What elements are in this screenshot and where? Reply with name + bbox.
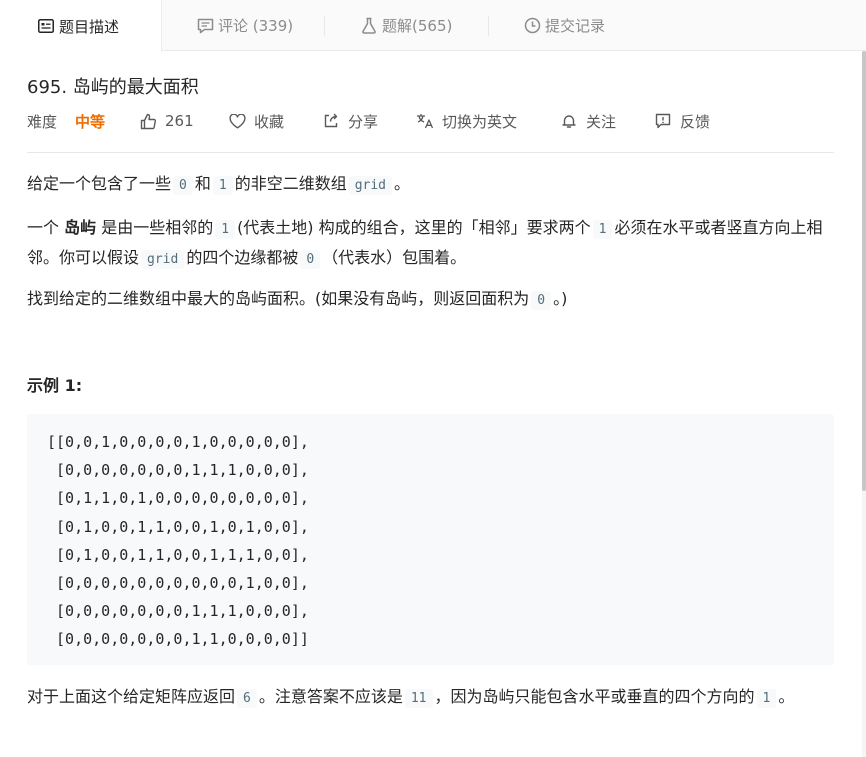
code-line: [0,0,0,0,0,0,0,1,1,1,0,0,0], (47, 461, 309, 480)
clock-icon (523, 17, 541, 35)
tab-submissions[interactable]: 提交记录 (523, 0, 605, 51)
follow-button[interactable]: 关注 (560, 108, 616, 134)
text: 一个 (27, 218, 60, 237)
feedback-button[interactable]: 反馈 (654, 108, 710, 134)
translate-icon (416, 112, 434, 130)
difficulty-badge: 中等 (75, 112, 106, 131)
translate-label: 切换为英文 (442, 112, 518, 131)
inline-code: grid (141, 250, 185, 269)
favorite-label: 收藏 (254, 112, 285, 131)
favorite-button[interactable]: 收藏 (228, 108, 284, 134)
inline-code: 0 (173, 176, 193, 195)
tab-description[interactable]: 题目描述 (0, 0, 162, 52)
code-line: [0,1,1,0,1,0,0,0,0,0,0,0,0], (47, 489, 309, 508)
problem-title: 695. 岛屿的最大面积 (27, 77, 199, 98)
text: 找到给定的二维数组中最大的岛屿面积。(如果没有岛屿，则返回面积为 (27, 289, 530, 308)
inline-code: 0 (531, 291, 552, 310)
text: （代表水）包围着。 (322, 248, 467, 267)
share-icon (322, 112, 340, 130)
code-line: [0,1,0,0,1,1,0,0,1,0,1,0,0], (47, 517, 309, 536)
code-line: [0,1,0,0,1,1,0,0,1,1,1,0,0], (47, 545, 309, 564)
tab-comments-label: 评论 (339) (218, 17, 294, 35)
example-code-block: [[0,0,1,0,0,0,0,1,0,0,0,0,0], [0,0,0,0,0… (27, 414, 834, 665)
problem-meta-bar: 难度 中等 261 收藏 分享 切换为英文 关注 反馈 (27, 108, 837, 134)
tab-description-label: 题目描述 (59, 17, 120, 36)
text: 。 (394, 174, 411, 193)
inline-code: 1 (215, 220, 236, 239)
description-paragraph-4: 对于上面这个给定矩阵应返回 6 。注意答案不应该是 11 ，因为岛屿只能包含水平或垂直的… (27, 683, 837, 713)
thumbs-up-icon (139, 112, 157, 130)
feedback-icon (654, 112, 672, 130)
difficulty-label: 难度 (27, 112, 58, 131)
heart-icon (228, 112, 246, 130)
text: 和 (194, 174, 211, 193)
text: ，因为岛屿只能包含水平或垂直的四个方向的 (434, 687, 755, 706)
code-line: [0,0,0,0,0,0,0,0,0,0,1,0,0], (47, 573, 309, 592)
code-line: [0,0,0,0,0,0,0,1,1,0,0,0,0]] (47, 630, 309, 649)
bold-term: 岛屿 (64, 218, 97, 237)
share-label: 分享 (348, 112, 379, 131)
text: 是由一些相邻的 (101, 218, 214, 237)
tab-divider (488, 16, 489, 36)
tab-submissions-label: 提交记录 (545, 17, 606, 35)
share-button[interactable]: 分享 (322, 108, 378, 134)
text: 给定一个包含了一些 (27, 174, 172, 193)
translate-button[interactable]: 切换为英文 (416, 108, 517, 134)
header-divider (27, 152, 834, 153)
comment-icon (196, 17, 214, 35)
description-paragraph-2: 一个 岛屿 是由一些相邻的 1 (代表土地) 构成的组合，这里的「相邻」要求两个 1 必… (27, 214, 837, 274)
tab-comments[interactable]: 评论 (339) (196, 0, 293, 51)
like-button[interactable]: 261 (139, 108, 194, 134)
inline-code: 1 (756, 689, 777, 708)
tab-bar: 题目描述 评论 (339) 题解(565) 提交记录 (0, 0, 866, 52)
description-icon (37, 17, 55, 35)
code-line: [0,0,0,0,0,0,0,1,1,1,0,0,0], (47, 602, 309, 621)
tab-solutions[interactable]: 题解(565) (360, 0, 452, 51)
inline-code: grid (348, 176, 393, 195)
example-title: 示例 1: (27, 376, 83, 395)
text: 的非空二维数组 (234, 174, 347, 193)
scrollbar-thumb[interactable] (862, 51, 866, 491)
follow-label: 关注 (586, 112, 617, 131)
inline-code: 0 (300, 250, 321, 269)
inline-code: 1 (212, 176, 233, 195)
text: (代表土地) 构成的组合，这里的「相邻」要求两个 (237, 218, 591, 237)
text: 。) (553, 289, 568, 308)
text: 。 (778, 687, 795, 706)
description-paragraph-1: 给定一个包含了一些 0 和 1 的非空二维数组 grid。 (27, 170, 837, 200)
inline-code: 11 (404, 689, 433, 708)
text: 对于上面这个给定矩阵应返回 (27, 687, 236, 706)
code-line: [[0,0,1,0,0,0,0,1,0,0,0,0,0], (47, 433, 309, 451)
inline-code: 6 (237, 689, 257, 708)
flask-icon (360, 17, 378, 35)
bell-icon (560, 112, 578, 130)
like-count: 261 (165, 112, 194, 130)
difficulty-group: 难度 中等 (27, 108, 105, 134)
feedback-label: 反馈 (680, 112, 711, 131)
text: 的四个边缘都被 (186, 248, 299, 267)
tab-solutions-label: 题解(565) (382, 17, 453, 35)
text: 。注意答案不应该是 (258, 687, 403, 706)
tab-divider (324, 16, 325, 36)
description-paragraph-3: 找到给定的二维数组中最大的岛屿面积。(如果没有岛屿，则返回面积为 0。) (27, 285, 837, 315)
inline-code: 1 (592, 220, 613, 239)
